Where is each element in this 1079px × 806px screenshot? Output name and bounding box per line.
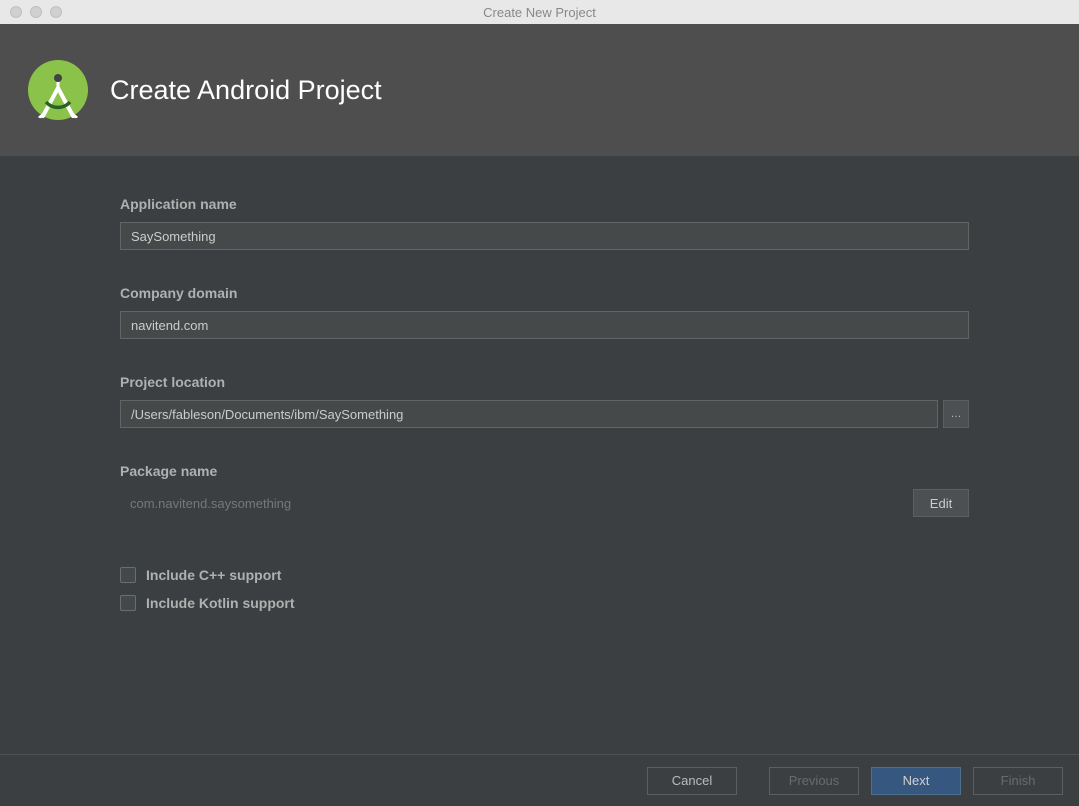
cpp-support-row: Include C++ support: [120, 567, 969, 583]
kotlin-support-label[interactable]: Include Kotlin support: [146, 595, 295, 611]
finish-button[interactable]: Finish: [973, 767, 1063, 795]
minimize-window-icon[interactable]: [30, 6, 42, 18]
maximize-window-icon[interactable]: [50, 6, 62, 18]
company-domain-group: Company domain: [120, 285, 969, 339]
previous-button[interactable]: Previous: [769, 767, 859, 795]
app-name-label: Application name: [120, 196, 969, 212]
window-title: Create New Project: [483, 5, 596, 20]
browse-button[interactable]: …: [943, 400, 969, 428]
kotlin-support-row: Include Kotlin support: [120, 595, 969, 611]
package-name-value: com.navitend.saysomething: [120, 496, 291, 511]
package-name-label: Package name: [120, 463, 969, 479]
cpp-support-label[interactable]: Include C++ support: [146, 567, 281, 583]
project-location-input[interactable]: [120, 400, 938, 428]
page-title: Create Android Project: [110, 75, 382, 106]
package-name-group: Package name com.navitend.saysomething E…: [120, 463, 969, 517]
company-domain-label: Company domain: [120, 285, 969, 301]
wizard-footer: Cancel Previous Next Finish: [0, 754, 1079, 806]
project-location-group: Project location …: [120, 374, 969, 428]
kotlin-support-checkbox[interactable]: [120, 595, 136, 611]
form-content: Application name Company domain Project …: [0, 156, 1079, 643]
cpp-support-checkbox[interactable]: [120, 567, 136, 583]
cancel-button[interactable]: Cancel: [647, 767, 737, 795]
support-options: Include C++ support Include Kotlin suppo…: [120, 567, 969, 611]
app-name-input[interactable]: [120, 222, 969, 250]
company-domain-input[interactable]: [120, 311, 969, 339]
app-name-group: Application name: [120, 196, 969, 250]
android-studio-logo-icon: [26, 58, 90, 122]
titlebar: Create New Project: [0, 0, 1079, 24]
project-location-label: Project location: [120, 374, 969, 390]
edit-package-button[interactable]: Edit: [913, 489, 969, 517]
close-window-icon[interactable]: [10, 6, 22, 18]
window-controls: [0, 6, 62, 18]
header-banner: Create Android Project: [0, 24, 1079, 156]
next-button[interactable]: Next: [871, 767, 961, 795]
